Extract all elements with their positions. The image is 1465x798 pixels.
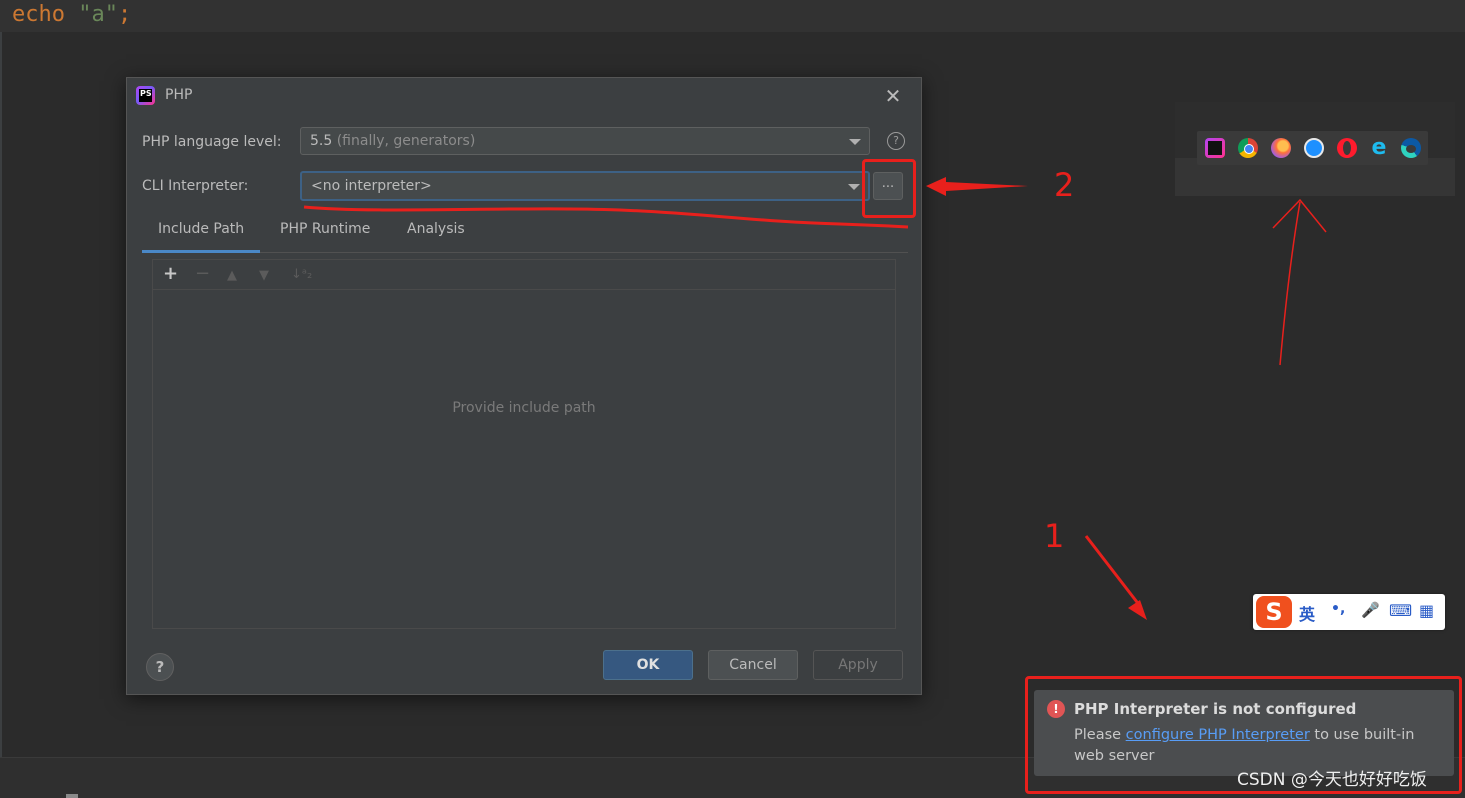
cli-interpreter-value: <no interpreter> bbox=[311, 178, 432, 194]
chrome-icon[interactable] bbox=[1238, 138, 1258, 158]
safari-icon[interactable] bbox=[1304, 138, 1324, 158]
language-level-hint: (finally, generators) bbox=[336, 133, 476, 149]
language-level-value: 5.5 bbox=[310, 133, 333, 149]
annotation-thin-arrow bbox=[1279, 201, 1301, 366]
help-icon[interactable]: ? bbox=[887, 132, 905, 150]
cancel-button[interactable]: Cancel bbox=[708, 650, 798, 680]
php-settings-dialog: PS PHP ✕ PHP language level: 5.5 (finall… bbox=[126, 77, 922, 695]
annotation-arrow-2 bbox=[926, 177, 1028, 196]
sort-icon[interactable]: ↓ᵃ₂ bbox=[291, 265, 312, 285]
cli-interpreter-select[interactable]: <no interpreter> bbox=[300, 171, 870, 201]
microphone-icon[interactable]: 🎤 bbox=[1361, 601, 1380, 619]
close-icon[interactable]: ✕ bbox=[881, 84, 905, 108]
ime-toolbar[interactable]: S 英 •, 🎤 ⌨ ▦ bbox=[1253, 594, 1445, 630]
annotation-label-1: 1 bbox=[1044, 517, 1065, 555]
ime-punctuation-toggle[interactable]: •, bbox=[1331, 601, 1345, 617]
code-line[interactable]: echo "a"; bbox=[12, 2, 131, 27]
cli-interpreter-label: CLI Interpreter: bbox=[142, 178, 249, 194]
editor-current-line[interactable]: echo "a"; bbox=[0, 0, 1465, 32]
annotation-arrow-1-shaft bbox=[1084, 535, 1142, 607]
annotation-box-browse bbox=[862, 159, 916, 218]
opera-icon[interactable] bbox=[1337, 138, 1357, 158]
status-bar-mark bbox=[66, 794, 78, 798]
language-level-select[interactable]: 5.5 (finally, generators) bbox=[300, 127, 870, 155]
code-semicolon: ; bbox=[117, 2, 132, 27]
code-string: "a" bbox=[78, 2, 118, 27]
tab-include-path[interactable]: Include Path bbox=[141, 221, 261, 253]
code-keyword: echo bbox=[12, 2, 65, 27]
chevron-down-icon bbox=[848, 184, 860, 190]
editor-gutter-edge bbox=[0, 32, 2, 757]
dialog-title: PHP bbox=[165, 87, 193, 103]
move-up-icon[interactable]: ▲ bbox=[227, 266, 237, 286]
edge-icon[interactable] bbox=[1401, 138, 1421, 158]
sogou-logo-icon: S bbox=[1256, 596, 1292, 628]
move-down-icon[interactable]: ▼ bbox=[259, 266, 269, 286]
tab-analysis[interactable]: Analysis bbox=[407, 221, 465, 237]
dialog-title-bar[interactable]: PS PHP ✕ bbox=[127, 78, 921, 114]
taskbar-app-strip: e bbox=[1197, 131, 1428, 165]
annotation-box-notification bbox=[1025, 676, 1462, 794]
apply-button[interactable]: Apply bbox=[813, 650, 903, 680]
ie-icon[interactable]: e bbox=[1369, 137, 1389, 159]
apps-grid-icon[interactable]: ▦ bbox=[1419, 601, 1434, 620]
include-path-toolbar: + − ▲ ▼ ↓ᵃ₂ bbox=[153, 260, 895, 290]
phpstorm-logo-icon: PS bbox=[136, 86, 155, 105]
phpstorm-icon[interactable] bbox=[1205, 138, 1225, 158]
ime-mode-toggle[interactable]: 英 bbox=[1299, 601, 1315, 625]
empty-state-text: Provide include path bbox=[452, 400, 596, 416]
chevron-down-icon bbox=[849, 139, 861, 145]
language-level-label: PHP language level: bbox=[142, 134, 282, 150]
ok-button[interactable]: OK bbox=[603, 650, 693, 680]
tab-php-runtime[interactable]: PHP Runtime bbox=[280, 221, 370, 237]
settings-tabs: Include Path PHP Runtime Analysis bbox=[141, 214, 908, 253]
annotation-label-2: 2 bbox=[1054, 166, 1075, 204]
firefox-icon[interactable] bbox=[1271, 138, 1291, 158]
help-button[interactable]: ? bbox=[146, 653, 174, 681]
remove-icon[interactable]: − bbox=[195, 264, 210, 284]
include-path-panel: + − ▲ ▼ ↓ᵃ₂ Provide include path bbox=[152, 259, 896, 629]
add-icon[interactable]: + bbox=[163, 264, 178, 284]
annotation-thin-arrowhead bbox=[1272, 198, 1327, 233]
annotation-arrow-1-head bbox=[1128, 600, 1147, 620]
keyboard-icon[interactable]: ⌨ bbox=[1389, 601, 1412, 620]
